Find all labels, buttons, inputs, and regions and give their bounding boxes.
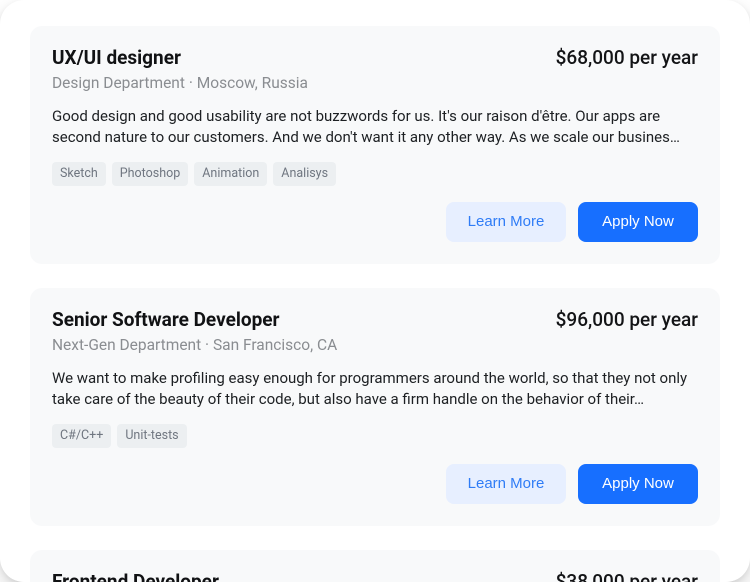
job-description: Good design and good usability are not b…: [52, 106, 698, 149]
job-card: UX/UI designer $68,000 per year Design D…: [30, 26, 720, 264]
job-salary: $38,000 per year: [556, 570, 698, 582]
job-department: Design Department: [52, 74, 185, 92]
learn-more-button[interactable]: Learn More: [446, 464, 566, 504]
apply-now-button[interactable]: Apply Now: [578, 464, 698, 504]
job-card: Senior Software Developer $96,000 per ye…: [30, 288, 720, 526]
job-department: Next-Gen Department: [52, 336, 201, 354]
job-tag: Sketch: [52, 162, 106, 186]
job-tag: Photoshop: [112, 162, 188, 186]
tag-row: Sketch Photoshop Animation Analisys: [52, 162, 698, 186]
job-title: Senior Software Developer: [52, 308, 280, 332]
job-tag: Animation: [194, 162, 267, 186]
job-location: Moscow, Russia: [197, 74, 308, 92]
job-list-panel: UX/UI designer $68,000 per year Design D…: [0, 0, 750, 582]
tag-row: C#/C++ Unit-tests: [52, 424, 698, 448]
job-location: San Francisco, CA: [213, 336, 337, 354]
button-row: Learn More Apply Now: [52, 464, 698, 504]
job-title: Frontend Developer: [52, 570, 219, 582]
job-tag: C#/C++: [52, 424, 111, 448]
job-header: Frontend Developer $38,000 per year: [52, 570, 698, 582]
meta-separator: ·: [205, 336, 213, 354]
job-header: Senior Software Developer $96,000 per ye…: [52, 308, 698, 332]
meta-separator: ·: [189, 74, 197, 92]
button-row: Learn More Apply Now: [52, 202, 698, 242]
job-tag: Analisys: [273, 162, 336, 186]
job-salary: $68,000 per year: [556, 46, 698, 69]
learn-more-button[interactable]: Learn More: [446, 202, 566, 242]
job-meta: Design Department · Moscow, Russia: [52, 74, 698, 92]
apply-now-button[interactable]: Apply Now: [578, 202, 698, 242]
job-description: We want to make profiling easy enough fo…: [52, 368, 698, 411]
job-header: UX/UI designer $68,000 per year: [52, 46, 698, 70]
job-tag: Unit-tests: [117, 424, 186, 448]
job-title: UX/UI designer: [52, 46, 181, 70]
job-meta: Next-Gen Department · San Francisco, CA: [52, 336, 698, 354]
job-salary: $96,000 per year: [556, 308, 698, 331]
job-card: Frontend Developer $38,000 per year Depa…: [30, 550, 720, 582]
